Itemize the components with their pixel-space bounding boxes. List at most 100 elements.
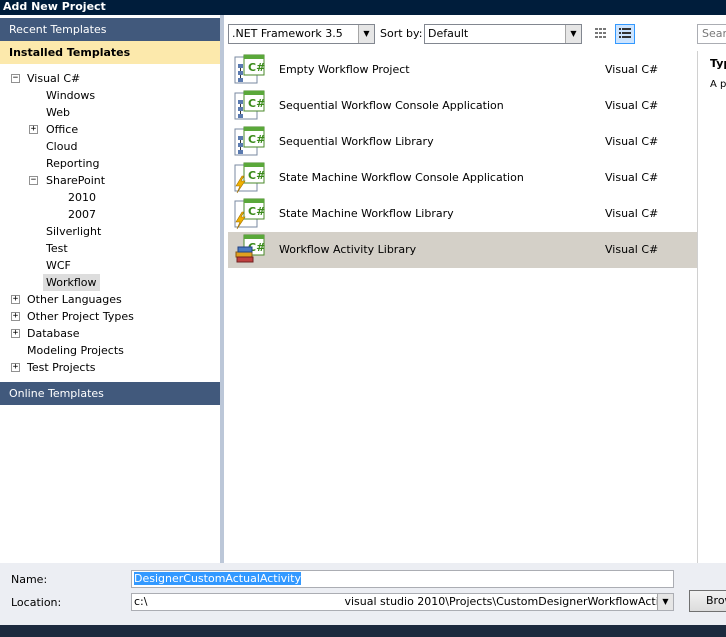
search-input[interactable]: Sear xyxy=(697,24,726,44)
tree-item-label: SharePoint xyxy=(46,174,106,187)
template-list: C# Empty Workflow Project Visual C# C# Seque… xyxy=(224,51,697,563)
expand-icon[interactable]: + xyxy=(11,363,20,372)
tree-item[interactable]: Other Languages xyxy=(24,291,125,308)
workflow-sequential-icon: C# xyxy=(234,126,266,158)
name-field[interactable]: DesignerCustomActualActivity xyxy=(131,570,674,588)
template-language: Visual C# xyxy=(605,99,659,112)
template-row[interactable]: C# State Machine Workflow Library Visual C… xyxy=(228,196,697,232)
template-sidebar: Recent Templates Installed Templates Vis… xyxy=(0,15,220,563)
template-toolbar: .NET Framework 3.5 ▼ Sort by: Default ▼ xyxy=(224,15,726,51)
svg-text:C#: C# xyxy=(248,205,265,218)
sort-value: Default xyxy=(428,27,469,40)
tree-item-label: WCF xyxy=(46,259,71,272)
name-value: DesignerCustomActualActivity xyxy=(134,572,302,585)
template-row[interactable]: C# Empty Workflow Project Visual C# xyxy=(228,52,697,88)
add-new-project-dialog: Recent Templates Installed Templates Vis… xyxy=(0,15,726,625)
details-view-button[interactable] xyxy=(615,24,635,44)
tree-item[interactable]: WCF xyxy=(43,257,74,274)
tree-item-label: Visual C# xyxy=(27,72,81,85)
template-row[interactable]: C# Sequential Workflow Console Applicatio… xyxy=(228,88,697,124)
template-row[interactable]: C# Workflow Activity Library Visual C# xyxy=(228,232,697,268)
activity-library-icon: C# xyxy=(234,234,266,266)
tree-item-label: Other Project Types xyxy=(27,310,134,323)
tree-item[interactable]: 2007 xyxy=(65,206,99,223)
tree-item-label: Silverlight xyxy=(46,225,102,238)
online-templates-header[interactable]: Online Templates xyxy=(0,382,220,405)
svg-text:C#: C# xyxy=(248,97,265,110)
description-type-label: Typ xyxy=(710,57,726,70)
collapse-icon[interactable]: − xyxy=(11,74,20,83)
window-title: Add New Project xyxy=(0,0,726,15)
project-form: Name: DesignerCustomActualActivity Locat… xyxy=(0,563,726,625)
tree-item-label: Office xyxy=(46,123,79,136)
tree-item-label: Modeling Projects xyxy=(27,344,124,357)
tree-item[interactable]: Visual C# xyxy=(24,70,83,87)
location-field[interactable]: c:\ visual studio 2010\Projects\CustomDe… xyxy=(131,593,674,611)
template-name: State Machine Workflow Console Applicati… xyxy=(279,171,524,184)
template-description: Typ A p whi wor xyxy=(697,51,726,563)
name-label: Name: xyxy=(11,573,48,586)
template-language: Visual C# xyxy=(605,63,659,76)
location-label: Location: xyxy=(11,596,62,609)
svg-text:C#: C# xyxy=(248,169,265,182)
tree-item-label: 2010 xyxy=(68,191,96,204)
chevron-down-icon: ▼ xyxy=(358,25,374,43)
description-text: A p whi wor xyxy=(710,79,726,90)
template-name: Workflow Activity Library xyxy=(279,243,417,256)
expand-icon[interactable]: + xyxy=(29,125,38,134)
tree-item[interactable]: Modeling Projects xyxy=(24,342,127,359)
tree-item[interactable]: Silverlight xyxy=(43,223,104,240)
tree-item[interactable]: Workflow xyxy=(43,274,100,291)
template-language: Visual C# xyxy=(605,207,659,220)
tree-item-label: Test Projects xyxy=(27,361,96,374)
workflow-sequential-icon: C# xyxy=(234,54,266,86)
tree-item[interactable]: Reporting xyxy=(43,155,102,172)
tree-item[interactable]: 2010 xyxy=(65,189,99,206)
template-row[interactable]: C# Sequential Workflow Library Visual C# xyxy=(228,124,697,160)
template-name: State Machine Workflow Library xyxy=(279,207,454,220)
tree-item-label: 2007 xyxy=(68,208,96,221)
recent-templates-header[interactable]: Recent Templates xyxy=(0,18,220,41)
tree-item-label: Cloud xyxy=(46,140,78,153)
expand-icon[interactable]: + xyxy=(11,329,20,338)
small-icons-view-button[interactable] xyxy=(590,24,610,44)
workflow-statemachine-icon: C# xyxy=(234,198,266,230)
workflow-sequential-icon: C# xyxy=(234,90,266,122)
tree-item-label: Workflow xyxy=(46,276,97,289)
workflow-statemachine-icon: C# xyxy=(234,162,266,194)
template-language: Visual C# xyxy=(605,135,659,148)
details-list-icon xyxy=(619,28,631,38)
small-icons-icon xyxy=(595,28,606,38)
tree-item[interactable]: SharePoint xyxy=(43,172,108,189)
tree-item[interactable]: Cloud xyxy=(43,138,80,155)
tree-item[interactable]: Office xyxy=(43,121,81,138)
tree-item[interactable]: Database xyxy=(24,325,83,342)
expand-icon[interactable]: + xyxy=(11,295,20,304)
template-name: Sequential Workflow Console Application xyxy=(279,99,504,112)
tree-item-label: Windows xyxy=(46,89,96,102)
svg-text:C#: C# xyxy=(248,133,265,146)
tree-item[interactable]: Web xyxy=(43,104,73,121)
tree-item[interactable]: Test Projects xyxy=(24,359,99,376)
collapse-icon[interactable]: − xyxy=(29,176,38,185)
tree-item-label: Test xyxy=(46,242,68,255)
chevron-down-icon: ▼ xyxy=(565,25,581,43)
location-prefix: c:\ xyxy=(134,595,148,608)
sort-dropdown[interactable]: Default ▼ xyxy=(424,24,582,44)
tree-item[interactable]: Windows xyxy=(43,87,98,104)
expand-icon[interactable]: + xyxy=(11,312,20,321)
template-name: Sequential Workflow Library xyxy=(279,135,434,148)
browse-button[interactable]: Brow xyxy=(689,590,726,612)
framework-dropdown[interactable]: .NET Framework 3.5 ▼ xyxy=(228,24,375,44)
tree-item-label: Database xyxy=(27,327,80,340)
tree-item-label: Reporting xyxy=(46,157,100,170)
framework-value: .NET Framework 3.5 xyxy=(232,27,343,40)
sort-by-label: Sort by: xyxy=(380,27,423,40)
template-name: Empty Workflow Project xyxy=(279,63,410,76)
tree-item-label: Web xyxy=(46,106,70,119)
tree-item[interactable]: Other Project Types xyxy=(24,308,137,325)
installed-templates-header[interactable]: Installed Templates xyxy=(0,41,220,64)
template-row[interactable]: C# State Machine Workflow Console Applica… xyxy=(228,160,697,196)
chevron-down-icon[interactable]: ▼ xyxy=(657,594,673,610)
tree-item[interactable]: Test xyxy=(43,240,71,257)
